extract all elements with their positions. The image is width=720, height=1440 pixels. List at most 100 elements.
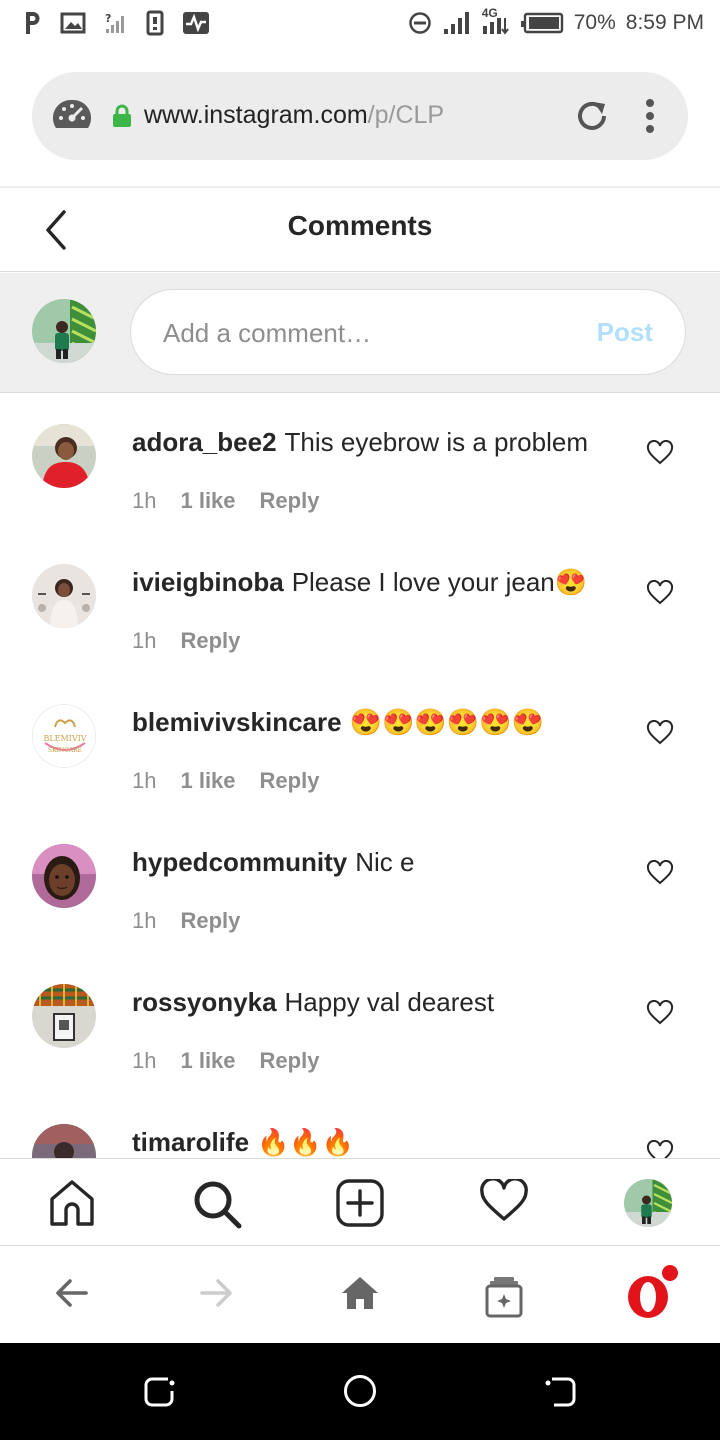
browser-bottom-bar bbox=[0, 1247, 720, 1343]
activity-heart-icon[interactable] bbox=[480, 1177, 528, 1227]
heart-outline-icon[interactable] bbox=[646, 439, 674, 470]
avatar[interactable] bbox=[32, 1124, 96, 1158]
instagram-bottom-nav bbox=[0, 1158, 720, 1246]
4g-data-icon: 4G bbox=[480, 6, 510, 38]
comment-item: adora_bee2 This eyebrow is a problem 1h 1… bbox=[0, 394, 720, 534]
comment-item: BLEMIVIV SKINCARE blemivivskincare 😍😍😍😍😍😍 … bbox=[0, 674, 720, 814]
comment-meta: 1h 1 like Reply bbox=[132, 1048, 319, 1074]
comment-text: 😍😍😍😍😍😍 bbox=[349, 707, 544, 737]
system-nav-bar bbox=[0, 1343, 720, 1440]
comment-likes[interactable]: 1 like bbox=[180, 488, 235, 514]
heart-outline-icon[interactable] bbox=[646, 1139, 674, 1158]
search-icon[interactable] bbox=[192, 1179, 242, 1233]
comment-username[interactable]: hypedcommunity bbox=[132, 847, 347, 877]
url-fade bbox=[492, 92, 562, 140]
speed-dial-icon[interactable] bbox=[52, 98, 92, 138]
signal-icon bbox=[442, 10, 470, 36]
comment-username[interactable]: timarolife bbox=[132, 1127, 249, 1157]
heart-outline-icon[interactable] bbox=[646, 719, 674, 750]
comment-text: This eyebrow is a problem bbox=[284, 427, 588, 457]
clock: 8:59 PM bbox=[625, 11, 704, 34]
status-right-icons: 4G 70% 8:59 PM bbox=[408, 6, 704, 38]
comment-item: timarolife 🔥🔥🔥 bbox=[0, 1094, 720, 1158]
reply-button[interactable]: Reply bbox=[180, 628, 240, 654]
comment-item: rossyonyka Happy val dearest 1h 1 like Re… bbox=[0, 954, 720, 1094]
comment-text: Happy val dearest bbox=[284, 987, 495, 1017]
new-post-icon[interactable] bbox=[336, 1179, 384, 1231]
comment-input[interactable]: Add a comment… Post bbox=[130, 289, 686, 375]
forward-arrow-icon bbox=[198, 1275, 234, 1315]
logo-text-line2: SKINCARE bbox=[48, 747, 82, 754]
comment-meta: 1h 1 like Reply bbox=[132, 488, 319, 514]
battery-percent: 70% bbox=[573, 11, 616, 34]
reply-button[interactable]: Reply bbox=[260, 1048, 320, 1074]
address-bar[interactable]: www.instagram.com/p/CLPgJfgDS bbox=[32, 72, 688, 160]
comment-body: timarolife 🔥🔥🔥 bbox=[132, 1126, 632, 1158]
reply-button[interactable]: Reply bbox=[260, 768, 320, 794]
comment-time: 1h bbox=[132, 908, 157, 933]
comment-meta: 1h Reply bbox=[132, 628, 240, 654]
battery-icon bbox=[520, 12, 564, 34]
reload-icon[interactable] bbox=[574, 98, 610, 138]
comment-meta: 1h 1 like Reply bbox=[132, 768, 319, 794]
heart-outline-icon[interactable] bbox=[646, 579, 674, 610]
status-left-icons: ? bbox=[22, 10, 210, 36]
comment-body: rossyonyka Happy val dearest bbox=[132, 986, 632, 1018]
url-path: /p/CLPgJfgDS bbox=[367, 101, 444, 129]
url-domain: www.instagram.com bbox=[144, 101, 368, 129]
pinterest-icon bbox=[22, 10, 42, 36]
opera-logo-icon[interactable] bbox=[624, 1263, 680, 1325]
back-arrow-icon[interactable] bbox=[54, 1275, 90, 1315]
comment-username[interactable]: blemivivskincare bbox=[132, 707, 342, 737]
avatar[interactable] bbox=[32, 564, 96, 628]
back-icon[interactable] bbox=[544, 1373, 576, 1413]
home-circle-icon[interactable] bbox=[342, 1373, 378, 1413]
pulse-icon bbox=[182, 11, 210, 35]
comments-header: Comments bbox=[0, 190, 720, 272]
tabs-icon[interactable] bbox=[484, 1275, 524, 1323]
comment-list: adora_bee2 This eyebrow is a problem 1h 1… bbox=[0, 394, 720, 1158]
recents-icon[interactable] bbox=[144, 1373, 176, 1413]
svg-text:?: ? bbox=[105, 12, 111, 25]
comment-likes[interactable]: 1 like bbox=[180, 1048, 235, 1074]
comment-body: adora_bee2 This eyebrow is a problem bbox=[132, 426, 632, 458]
avatar[interactable] bbox=[32, 984, 96, 1048]
avatar[interactable]: BLEMIVIV SKINCARE bbox=[32, 704, 96, 768]
comment-composer: Add a comment… Post bbox=[0, 273, 720, 393]
comment-body: hypedcommunity Nic e bbox=[132, 846, 632, 878]
reply-button[interactable]: Reply bbox=[180, 908, 240, 934]
reply-button[interactable]: Reply bbox=[260, 488, 320, 514]
heart-outline-icon[interactable] bbox=[646, 999, 674, 1030]
url-text[interactable]: www.instagram.com/p/CLPgJfgDS bbox=[144, 101, 444, 135]
comment-meta: 1h Reply bbox=[132, 908, 240, 934]
comment-time: 1h bbox=[132, 488, 157, 513]
comment-time: 1h bbox=[132, 628, 157, 653]
comment-body: ivieigbinoba Please I love your jean😍 bbox=[132, 566, 632, 598]
comment-body: blemivivskincare 😍😍😍😍😍😍 bbox=[132, 706, 632, 738]
overflow-menu-icon[interactable] bbox=[644, 98, 656, 138]
no-signal-icon: ? bbox=[104, 11, 128, 35]
heart-outline-icon[interactable] bbox=[646, 859, 674, 890]
avatar[interactable] bbox=[32, 424, 96, 488]
lock-icon bbox=[112, 104, 132, 132]
comment-text: Nic e bbox=[355, 847, 415, 877]
comment-username[interactable]: ivieigbinoba bbox=[132, 567, 284, 597]
comment-username[interactable]: rossyonyka bbox=[132, 987, 277, 1017]
comment-placeholder: Add a comment… bbox=[163, 318, 372, 348]
home-icon[interactable] bbox=[48, 1179, 96, 1231]
comment-item: hypedcommunity Nic e 1h Reply bbox=[0, 814, 720, 954]
comment-likes[interactable]: 1 like bbox=[180, 768, 235, 794]
comment-text: 🔥🔥🔥 bbox=[257, 1127, 355, 1157]
browser-toolbar: www.instagram.com/p/CLPgJfgDS bbox=[0, 48, 720, 188]
profile-avatar[interactable] bbox=[624, 1179, 672, 1227]
network-type-label: 4G bbox=[481, 6, 498, 20]
logo-text-line1: BLEMIVIV bbox=[43, 734, 86, 743]
status-bar: ? 4G 70% 8:59 PM bbox=[0, 0, 720, 48]
page-title: Comments bbox=[287, 210, 433, 241]
comment-username[interactable]: adora_bee2 bbox=[132, 427, 277, 457]
avatar[interactable] bbox=[32, 844, 96, 908]
gallery-icon bbox=[60, 12, 86, 34]
current-user-avatar bbox=[32, 299, 96, 363]
post-button[interactable]: Post bbox=[597, 317, 653, 348]
home-icon[interactable] bbox=[340, 1275, 380, 1315]
